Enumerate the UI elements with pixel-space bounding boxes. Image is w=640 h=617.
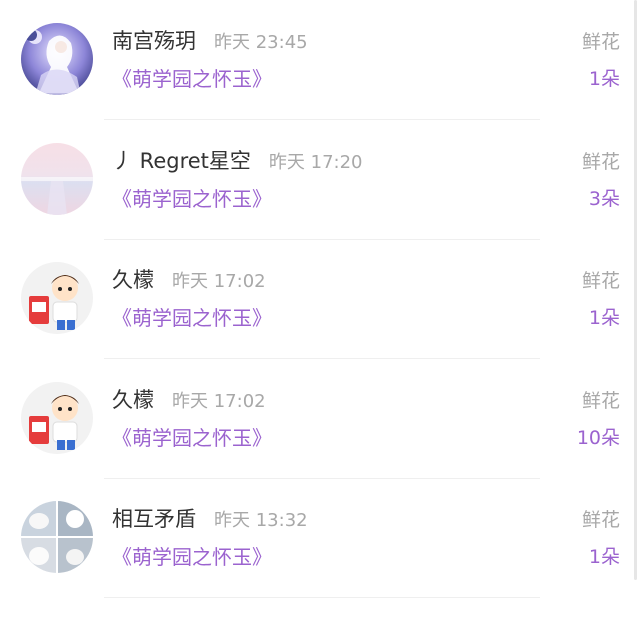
gift-type: 鲜花 [581,509,620,531]
divider [104,597,540,598]
gift-record-list: 南宫殇玥 昨天 23:45 《萌学园之怀玉》 鲜花 1朵 丿 Regret星空 … [0,0,640,617]
gift-count: 1朵 [588,68,620,90]
book-title[interactable]: 《萌学园之怀玉》 [112,64,272,94]
timestamp: 昨天 17:02 [172,391,266,412]
timestamp: 昨天 17:20 [268,152,363,173]
gift-type: 鲜花 [581,31,620,53]
avatar[interactable] [21,23,93,95]
timestamp: 昨天 23:45 [214,32,308,53]
gift-count: 1朵 [588,307,620,329]
anime-girl-avatar-image [21,23,93,95]
username[interactable]: 久檬 [112,268,154,292]
book-title[interactable]: 《萌学园之怀玉》 [112,542,272,572]
white-animals-grid-avatar-image [21,501,93,573]
gift-type: 鲜花 [581,270,620,292]
list-item[interactable]: 久檬 昨天 17:02 《萌学园之怀玉》 鲜花 10朵 [0,359,640,479]
gift-type: 鲜花 [581,390,620,412]
book-title[interactable]: 《萌学园之怀玉》 [112,423,272,453]
avatar[interactable] [21,501,93,573]
name-line: 丿 Regret星空 昨天 17:20 [112,146,363,178]
name-line: 久檬 昨天 17:02 [112,265,266,297]
name-line: 南宫殇玥 昨天 23:45 [112,26,308,58]
gift-count: 3朵 [588,188,620,210]
list-item[interactable]: 南宫殇玥 昨天 23:45 《萌学园之怀玉》 鲜花 1朵 [0,0,640,120]
list-item[interactable]: 久檬 昨天 17:02 《萌学园之怀玉》 鲜花 1朵 [0,239,640,359]
timestamp: 昨天 13:32 [214,510,308,531]
avatar[interactable] [21,382,93,454]
username[interactable]: 相互矛盾 [112,507,196,531]
gift-type: 鲜花 [581,151,620,173]
avatar[interactable] [21,143,93,215]
name-line: 相互矛盾 昨天 13:32 [112,504,308,536]
gift-count: 10朵 [576,427,620,449]
book-title[interactable]: 《萌学园之怀玉》 [112,184,272,214]
username[interactable]: 丿 Regret星空 [112,149,251,173]
list-item[interactable]: 相互矛盾 昨天 13:32 《萌学园之怀玉》 鲜花 1朵 [0,478,640,598]
cartoon-boy-avatar-image [21,382,93,454]
name-line: 久檬 昨天 17:02 [112,385,266,417]
timestamp: 昨天 17:02 [172,271,266,292]
list-item[interactable]: 丿 Regret星空 昨天 17:20 《萌学园之怀玉》 鲜花 3朵 [0,120,640,240]
username[interactable]: 久檬 [112,388,154,412]
username[interactable]: 南宫殇玥 [112,29,196,53]
scrollbar[interactable] [634,0,637,580]
pastel-landscape-avatar-image [21,143,93,215]
cartoon-boy-avatar-image [21,262,93,334]
gift-count: 1朵 [588,546,620,568]
book-title[interactable]: 《萌学园之怀玉》 [112,303,272,333]
avatar[interactable] [21,262,93,334]
